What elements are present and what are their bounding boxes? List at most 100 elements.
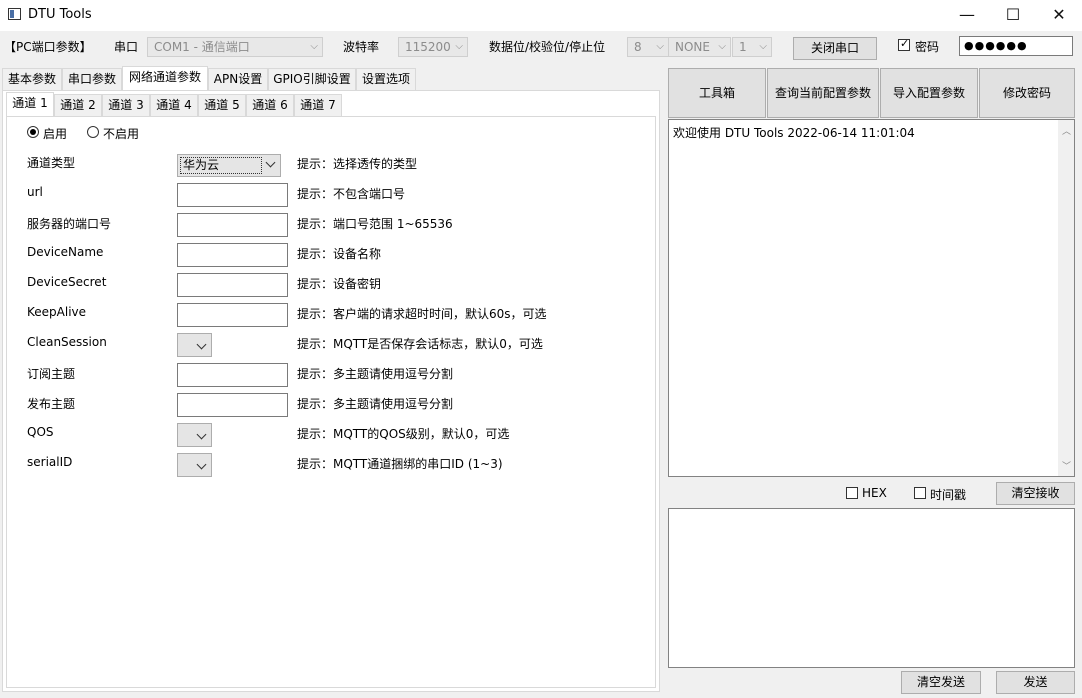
scroll-up-icon[interactable]: ︿ bbox=[1062, 124, 1071, 137]
baud-label: 波特率 bbox=[343, 40, 380, 54]
url-label: url bbox=[27, 185, 43, 199]
receive-log-scrollbar[interactable]: ︿ ﹀ bbox=[1058, 120, 1074, 476]
disable-radio[interactable] bbox=[87, 126, 99, 138]
chevron-down-icon: ⌵ bbox=[759, 41, 767, 52]
stopbits-select[interactable]: 1 ⌵ bbox=[732, 37, 772, 57]
server-port-input[interactable] bbox=[177, 213, 288, 237]
chevron-down-icon bbox=[196, 459, 207, 470]
window-title: DTU Tools bbox=[28, 7, 92, 22]
send-button[interactable]: 发送 bbox=[996, 671, 1075, 694]
tab-gpio-settings[interactable]: GPIO引脚设置 bbox=[268, 68, 356, 90]
serialid-hint: 提示：MQTT通道捆绑的串口ID (1~3) bbox=[297, 457, 503, 471]
password-checkbox[interactable] bbox=[898, 37, 910, 51]
server-port-label: 服务器的端口号 bbox=[27, 217, 112, 231]
tab-channel-1[interactable]: 通道 1 bbox=[6, 92, 54, 116]
chevron-down-icon: ⌵ bbox=[656, 41, 664, 52]
password-label: 密码 bbox=[915, 40, 940, 54]
qos-select[interactable] bbox=[177, 423, 212, 447]
receive-log-text: 欢迎使用 DTU Tools 2022-06-14 11:01:04 bbox=[673, 126, 915, 140]
chevron-down-icon bbox=[265, 157, 276, 168]
import-config-button[interactable]: 导入配置参数 bbox=[880, 68, 978, 118]
subscribe-topic-label: 订阅主题 bbox=[27, 367, 76, 381]
tab-serial-params[interactable]: 串口参数 bbox=[62, 68, 122, 90]
serialid-select[interactable] bbox=[177, 453, 212, 477]
baud-select-value: 115200 bbox=[405, 40, 451, 54]
timestamp-label: 时间戳 bbox=[930, 488, 967, 502]
app-icon bbox=[8, 8, 21, 20]
enable-label: 启用 bbox=[43, 127, 68, 141]
channel-tab-bar: 通道 1 通道 2 通道 3 通道 4 通道 5 通道 6 通道 7 bbox=[6, 92, 406, 116]
clear-send-button[interactable]: 清空发送 bbox=[901, 671, 981, 694]
keepalive-input[interactable] bbox=[177, 303, 288, 327]
keepalive-hint: 提示：客户端的请求超时时间，默认60s，可选 bbox=[297, 307, 547, 321]
device-secret-input[interactable] bbox=[177, 273, 288, 297]
enable-radio[interactable] bbox=[27, 126, 39, 138]
change-password-button[interactable]: 修改密码 bbox=[979, 68, 1075, 118]
title-bar: DTU Tools — ☐ ✕ bbox=[0, 0, 1082, 31]
channel-type-hint: 提示：选择透传的类型 bbox=[297, 157, 418, 171]
minimize-button[interactable]: — bbox=[944, 0, 990, 31]
clear-receive-button[interactable]: 清空接收 bbox=[996, 482, 1075, 505]
clean-session-select[interactable] bbox=[177, 333, 212, 357]
chevron-down-icon: ⌵ bbox=[310, 41, 318, 52]
hex-checkbox[interactable] bbox=[846, 487, 858, 499]
publish-topic-hint: 提示：多主题请使用逗号分割 bbox=[297, 397, 454, 411]
tab-apn-settings[interactable]: APN设置 bbox=[208, 68, 268, 90]
query-config-button[interactable]: 查询当前配置参数 bbox=[767, 68, 879, 118]
scroll-down-icon[interactable]: ﹀ bbox=[1062, 459, 1071, 472]
channel-type-label: 通道类型 bbox=[27, 156, 76, 170]
serialid-label: serialID bbox=[27, 455, 73, 469]
clean-session-label: CleanSession bbox=[27, 335, 107, 349]
disable-label: 不启用 bbox=[103, 127, 140, 141]
channel-type-value: 华为云 bbox=[180, 157, 262, 174]
chevron-down-icon bbox=[196, 429, 207, 440]
baud-select[interactable]: 115200 ⌵ bbox=[398, 37, 468, 57]
qos-label: QOS bbox=[27, 425, 54, 439]
password-input[interactable]: ●●●●●● bbox=[959, 36, 1073, 56]
parity-select[interactable]: NONE ⌵ bbox=[668, 37, 731, 57]
maximize-button[interactable]: ☐ bbox=[990, 0, 1036, 31]
tab-channel-5[interactable]: 通道 5 bbox=[198, 94, 246, 116]
channel-type-select[interactable]: 华为云 bbox=[177, 154, 281, 177]
port-select[interactable]: COM1 - 通信端口 ⌵ bbox=[147, 37, 323, 57]
stopbits-select-value: 1 bbox=[739, 40, 747, 54]
databits-select-value: 8 bbox=[634, 40, 642, 54]
url-input[interactable] bbox=[177, 183, 288, 207]
device-name-input[interactable] bbox=[177, 243, 288, 267]
close-port-button[interactable]: 关闭串口 bbox=[793, 37, 877, 60]
receive-log[interactable]: 欢迎使用 DTU Tools 2022-06-14 11:01:04 ︿ ﹀ bbox=[668, 119, 1075, 477]
toolbox-button[interactable]: 工具箱 bbox=[668, 68, 766, 118]
tab-channel-6[interactable]: 通道 6 bbox=[246, 94, 294, 116]
tab-basic-params[interactable]: 基本参数 bbox=[2, 68, 62, 90]
device-name-hint: 提示：设备名称 bbox=[297, 247, 382, 261]
chevron-down-icon: ⌵ bbox=[718, 41, 726, 52]
tab-network-channel-params[interactable]: 网络通道参数 bbox=[122, 66, 208, 90]
subscribe-topic-input[interactable] bbox=[177, 363, 288, 387]
device-secret-label: DeviceSecret bbox=[27, 275, 107, 289]
tab-channel-4[interactable]: 通道 4 bbox=[150, 94, 198, 116]
send-textarea[interactable] bbox=[668, 508, 1075, 668]
main-tab-bar: 基本参数 串口参数 网络通道参数 APN设置 GPIO引脚设置 设置选项 bbox=[2, 66, 662, 91]
port-select-value: COM1 - 通信端口 bbox=[154, 40, 250, 54]
qos-hint: 提示：MQTT的QOS级别，默认0，可选 bbox=[297, 427, 510, 441]
publish-topic-label: 发布主题 bbox=[27, 397, 76, 411]
timestamp-checkbox[interactable] bbox=[914, 487, 926, 499]
device-secret-hint: 提示：设备密钥 bbox=[297, 277, 382, 291]
clean-session-hint: 提示：MQTT是否保存会话标志，默认0，可选 bbox=[297, 337, 543, 351]
chevron-down-icon: ⌵ bbox=[455, 41, 463, 52]
device-name-label: DeviceName bbox=[27, 245, 104, 259]
tab-channel-2[interactable]: 通道 2 bbox=[54, 94, 102, 116]
databits-select[interactable]: 8 ⌵ bbox=[627, 37, 669, 57]
port-label: 串口 bbox=[114, 40, 139, 54]
server-port-hint: 提示：端口号范围 1~65536 bbox=[297, 217, 453, 231]
tab-channel-3[interactable]: 通道 3 bbox=[102, 94, 150, 116]
close-window-button[interactable]: ✕ bbox=[1036, 0, 1082, 31]
keepalive-label: KeepAlive bbox=[27, 305, 87, 319]
pc-port-params-label: 【PC端口参数】 bbox=[4, 40, 92, 54]
databits-label: 数据位/校验位/停止位 bbox=[489, 40, 606, 54]
subscribe-topic-hint: 提示：多主题请使用逗号分割 bbox=[297, 367, 454, 381]
tab-channel-7[interactable]: 通道 7 bbox=[294, 94, 342, 116]
tab-settings-options[interactable]: 设置选项 bbox=[356, 68, 416, 90]
publish-topic-input[interactable] bbox=[177, 393, 288, 417]
chevron-down-icon bbox=[196, 339, 207, 350]
